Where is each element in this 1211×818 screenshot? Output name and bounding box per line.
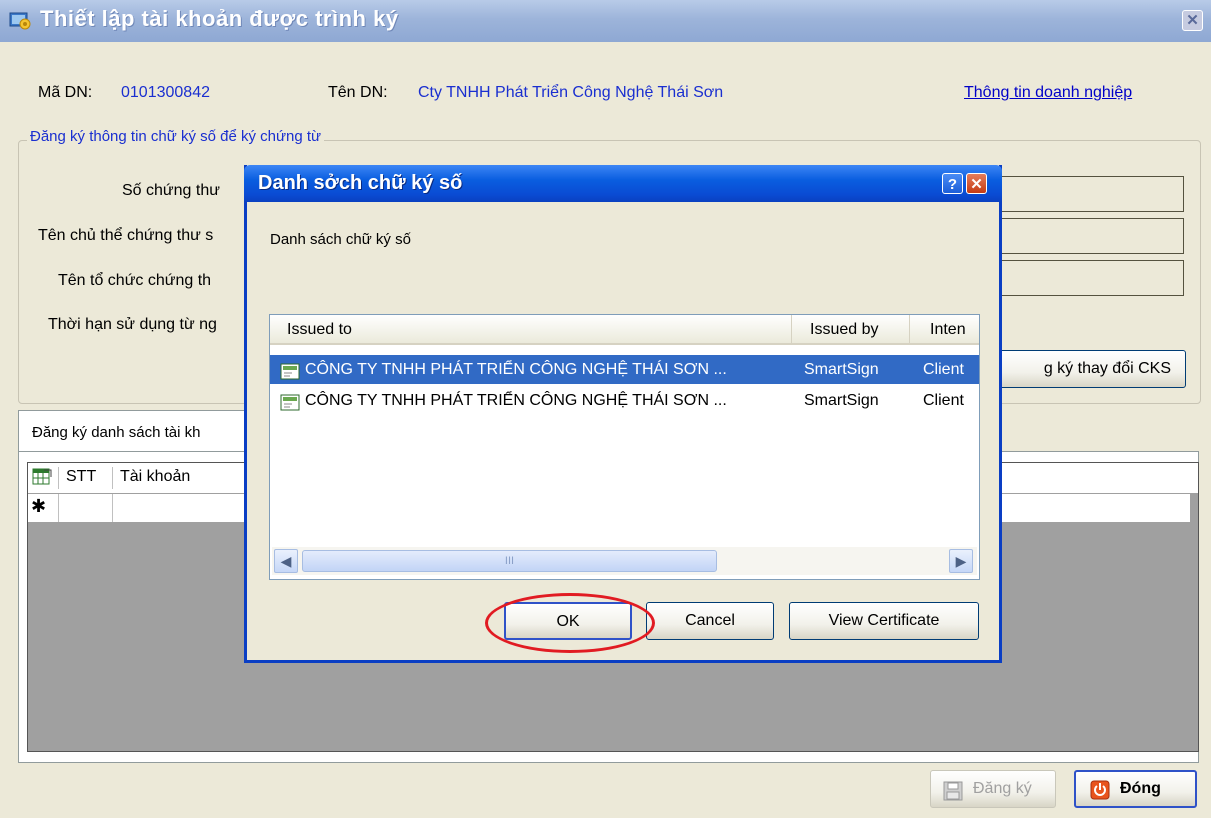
certificate-row[interactable]: CÔNG TY TNHH PHÁT TRIỂN CÔNG NGHỆ THÁI S… (270, 386, 979, 415)
horizontal-scrollbar[interactable]: ◀ III ▶ (272, 547, 977, 575)
certificate-list[interactable]: Issued to Issued by Inten CÔNG TY TNHH P… (269, 314, 980, 580)
register-label: Đăng ký (973, 780, 1032, 797)
col-intended[interactable]: Inten (909, 315, 979, 345)
register-button: Đăng ký (930, 770, 1056, 808)
main-close-button[interactable]: ✕ (1182, 10, 1203, 31)
dialog-title: Danh sởch chữ ký số (258, 172, 463, 194)
cert-org-field[interactable] (990, 260, 1184, 296)
scroll-thumb[interactable]: III (302, 550, 717, 572)
cert-subject-field[interactable] (990, 218, 1184, 254)
new-row-marker: ✱ (31, 496, 47, 516)
save-disk-icon (943, 779, 963, 815)
validity-label: Thời hạn sử dụng từ ng (48, 316, 217, 333)
dialog-close-button[interactable]: ✕ (966, 173, 987, 194)
cert-number-label: Số chứng thư (122, 182, 220, 199)
excel-export-icon[interactable] (32, 468, 52, 491)
ma-dn-value: 0101300842 (121, 84, 210, 101)
settings-window-icon (9, 10, 31, 30)
help-button[interactable]: ? (942, 173, 963, 194)
intended-cell: Client (923, 392, 964, 409)
issued-by-cell: SmartSign (804, 361, 879, 378)
certificate-row[interactable]: CÔNG TY TNHH PHÁT TRIỂN CÔNG NGHỆ THÁI S… (270, 355, 979, 384)
main-title-bar: Thiết lập tài khoản được trình ký (0, 0, 1211, 42)
issued-to-cell: CÔNG TY TNHH PHÁT TRIỂN CÔNG NGHỆ THÁI S… (305, 392, 727, 409)
grid-col-stt[interactable]: STT (66, 468, 96, 486)
ok-highlight-ring (485, 593, 655, 653)
grid-col-account[interactable]: Tài khoản (120, 468, 190, 486)
scroll-left-button[interactable]: ◀ (274, 549, 298, 573)
signature-group-title: Đăng ký thông tin chữ ký số để ký chứng … (27, 128, 325, 145)
cert-org-label: Tên tổ chức chứng th (58, 272, 212, 289)
certificate-icon (280, 392, 300, 421)
dialog-subtitle: Danh sách chữ ký số (270, 231, 411, 248)
close-button[interactable]: Đóng (1074, 770, 1197, 808)
cert-subject-label: Tên chủ thể chứng thư s (38, 227, 214, 244)
power-icon (1090, 779, 1110, 813)
intended-cell: Client (923, 361, 964, 378)
cancel-button[interactable]: Cancel (646, 602, 774, 640)
view-certificate-button[interactable]: View Certificate (789, 602, 979, 640)
accounts-tab-label: Đăng ký danh sách tài kh (32, 424, 201, 441)
issued-by-cell: SmartSign (804, 392, 879, 409)
cert-number-field[interactable] (990, 176, 1184, 212)
window-title: Thiết lập tài khoản được trình ký (40, 6, 399, 31)
change-cks-button[interactable]: g ký thay đổi CKS (980, 350, 1186, 388)
dialog-title-bar: Danh sởch chữ ký số ? ✕ (244, 165, 1002, 202)
ten-dn-label: Tên DN: (328, 84, 388, 101)
close-label: Đóng (1120, 780, 1161, 797)
col-issued-to[interactable]: Issued to (270, 315, 791, 345)
issued-to-cell: CÔNG TY TNHH PHÁT TRIỂN CÔNG NGHỆ THÁI S… (305, 361, 727, 378)
col-issued-by[interactable]: Issued by (791, 315, 909, 345)
company-info-link[interactable]: Thông tin doanh nghiệp (964, 84, 1132, 102)
ten-dn-value: Cty TNHH Phát Triển Công Nghệ Thái Sơn (418, 84, 724, 101)
ma-dn-label: Mã DN: (38, 84, 93, 101)
scroll-right-button[interactable]: ▶ (949, 549, 973, 573)
